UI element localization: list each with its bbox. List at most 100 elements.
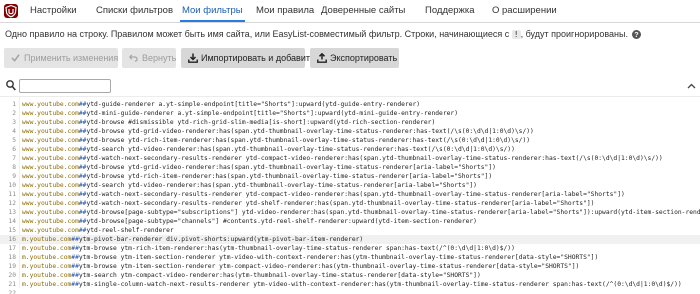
filters-editor[interactable]: 1 www.youtube.com##ytd-guide-renderer a.y… [0, 96, 700, 294]
rule-domain: www.youtube.com [22, 155, 79, 162]
export-button[interactable]: Экспортировать [310, 48, 399, 68]
editor-line[interactable]: 12 www.youtube.com##ytd-watch-next-second… [0, 199, 700, 208]
line-number: 20 [8, 272, 16, 279]
filter-rule: www.youtube.com##ytd-browse ytd-rich-ite… [22, 172, 492, 181]
tab-my-filters[interactable]: Мои фильтры [180, 0, 245, 22]
editor-line[interactable]: 4 www.youtube.com##ytd-browse ytd-grid-vi… [0, 127, 700, 136]
rule-selector: ytd-search ytd-video-renderer:has(span.y… [86, 146, 515, 153]
undo-icon [129, 54, 138, 62]
editor-line[interactable]: 1 www.youtube.com##ytd-guide-renderer a.y… [0, 100, 700, 109]
rule-domain: www.youtube.com [22, 182, 79, 189]
rule-domain: www.youtube.com [22, 227, 79, 234]
rule-selector: ytd-browse ytd-rich-item-renderer:has(sp… [86, 137, 531, 144]
line-number: 17 [8, 245, 16, 252]
editor-line[interactable]: 8 www.youtube.com##ytd-browse ytd-grid-vi… [0, 163, 700, 172]
editor-line[interactable]: 3 www.youtube.com##ytd-browse #dismissibl… [0, 118, 700, 127]
filter-rule: www.youtube.com##ytd-watch-next-secondar… [22, 199, 594, 208]
instructions-text: Одно правило на строку. Правилом может б… [5, 29, 697, 43]
editor-line[interactable]: 13 www.youtube.com##ytd-browse[page-subty… [0, 208, 700, 217]
filter-rule: www.youtube.com##ytd-browse #dismissible… [22, 118, 435, 127]
line-number: 1 [12, 101, 16, 108]
rule-domain: m.youtube.com [22, 281, 72, 288]
import-append-label: Импортировать и добавить [201, 53, 315, 63]
editor-line[interactable]: 7 www.youtube.com##ytd-watch-next-seconda… [0, 154, 700, 163]
rule-domain: www.youtube.com [22, 191, 79, 198]
editor-line[interactable]: 21 m.youtube.com##ytm-single-column-watch… [0, 280, 700, 289]
rule-domain: m.youtube.com [22, 245, 72, 252]
editor-line[interactable]: 16 m.youtube.com##ytm-pivot-bar-renderer … [0, 235, 700, 244]
editor-line[interactable]: 15 www.youtube.com##ytd-reel-shelf-render… [0, 226, 700, 235]
rule-selector: ytm-browse ytm-item-section-renderer ytm… [78, 263, 580, 270]
comment-prefix: ! [511, 30, 521, 39]
filter-rule: www.youtube.com##ytd-guide-renderer a.yt… [22, 100, 420, 109]
editor-line[interactable]: 19 m.youtube.com##ytm-browse ytm-item-sec… [0, 262, 700, 271]
tab-support[interactable]: Поддержка [423, 0, 477, 22]
rule-domain: www.youtube.com [22, 146, 79, 153]
filter-rule: www.youtube.com##ytd-browse[page-subtype… [22, 208, 700, 217]
rule-domain: m.youtube.com [22, 236, 72, 243]
editor-line[interactable]: 22 [0, 289, 700, 294]
rule-selector: ytm-search ytm-compact-video-renderer:ha… [78, 272, 481, 279]
tab-filter-lists[interactable]: Списки фильтров [94, 0, 175, 22]
editor-line[interactable]: 9 www.youtube.com##ytd-browse ytd-rich-it… [0, 172, 700, 181]
editor-line[interactable]: 14 www.youtube.com##ytd-browse[page-subty… [0, 217, 700, 226]
rule-domain: www.youtube.com [22, 101, 79, 108]
editor-line[interactable]: 2 www.youtube.com##ytd-mini-guide-rendere… [0, 109, 700, 118]
apply-changes-button[interactable]: Применить изменения [4, 48, 118, 68]
line-number: 4 [12, 128, 16, 135]
chevron-up-icon[interactable] [687, 81, 696, 91]
editor-line[interactable]: 5 www.youtube.com##ytd-browse ytd-rich-it… [0, 136, 700, 145]
rule-selector: ytm-pivot-bar-renderer div.pivot-shorts:… [78, 236, 364, 243]
search-row [0, 79, 700, 95]
editor-line[interactable]: 10 www.youtube.com##ytd-search ytd-video-… [0, 181, 700, 190]
line-number: 5 [12, 137, 16, 144]
check-icon [11, 54, 20, 62]
rule-separator: ## [71, 245, 79, 252]
rule-domain: www.youtube.com [22, 137, 79, 144]
rule-domain: www.youtube.com [22, 164, 79, 171]
export-icon [317, 53, 327, 63]
import-append-button[interactable]: Импортировать и добавить [181, 48, 315, 68]
tab-my-rules[interactable]: Мои правила [254, 0, 316, 22]
line-number: 16 [8, 236, 16, 243]
help-icon[interactable]: ? [632, 30, 642, 41]
rule-selector: ytd-mini-guide-renderer a.yt-simple-endp… [86, 110, 458, 117]
instructions-text-before: Одно правило на строку. Правилом может б… [5, 29, 510, 39]
rule-selector: ytd-browse #dismissible ytd-rich-grid-sl… [86, 119, 436, 126]
filter-rule: www.youtube.com##ytd-browse ytd-grid-vid… [22, 127, 534, 136]
editor-line[interactable]: 20 m.youtube.com##ytm-search ytm-compact-… [0, 271, 700, 280]
line-number: 18 [8, 254, 16, 261]
rule-selector: ytm-single-column-watch-next-results-ren… [78, 281, 682, 288]
rule-selector: ytd-watch-next-secondary-results-rendere… [86, 155, 663, 162]
tab-about[interactable]: О расширении [490, 0, 559, 22]
tab-trusted-sites[interactable]: Доверенные сайты [319, 0, 407, 22]
line-number: 8 [12, 164, 16, 171]
rule-separator: ## [71, 281, 79, 288]
revert-label: Вернуть [142, 53, 177, 63]
line-number: 11 [8, 191, 16, 198]
filter-rule: www.youtube.com##ytd-reel-shelf-renderer [22, 226, 174, 235]
filter-rule: m.youtube.com##ytm-browse ytm-item-secti… [22, 262, 579, 271]
tab-settings[interactable]: Настройки [28, 0, 79, 22]
line-number: 6 [12, 146, 16, 153]
rule-selector: ytd-browse[page-subtype="subscriptions"]… [86, 209, 700, 216]
line-number: 22 [8, 290, 16, 294]
revert-button[interactable]: Вернуть [122, 48, 176, 68]
editor-line[interactable]: 6 www.youtube.com##ytd-search ytd-video-r… [0, 145, 700, 154]
rule-selector: ytd-watch-next-secondary-results-rendere… [86, 191, 625, 198]
rule-domain: www.youtube.com [22, 173, 79, 180]
search-input[interactable] [19, 79, 111, 93]
filter-rule: www.youtube.com##ytd-watch-next-secondar… [22, 154, 663, 163]
rule-domain: www.youtube.com [22, 119, 79, 126]
rule-selector: ytd-search ytd-video-renderer:has(span.y… [86, 182, 477, 189]
rule-selector: ytd-browse[page-subtype="channels"] #con… [86, 218, 477, 225]
rule-domain: www.youtube.com [22, 200, 79, 207]
filter-rule: www.youtube.com##ytd-browse ytd-rich-ite… [22, 136, 530, 145]
apply-changes-label: Применить изменения [24, 53, 119, 63]
filter-rule: www.youtube.com##ytd-watch-next-secondar… [22, 190, 625, 199]
editor-line[interactable]: 11 www.youtube.com##ytd-watch-next-second… [0, 190, 700, 199]
rule-selector: ytd-reel-shelf-renderer [86, 227, 174, 234]
editor-line[interactable]: 18 m.youtube.com##ytm-browse ytm-item-sec… [0, 253, 700, 262]
editor-line[interactable]: 17 m.youtube.com##ytm-browse ytm-rich-ite… [0, 244, 700, 253]
filter-rule: www.youtube.com##ytd-browse[page-subtype… [22, 217, 477, 226]
